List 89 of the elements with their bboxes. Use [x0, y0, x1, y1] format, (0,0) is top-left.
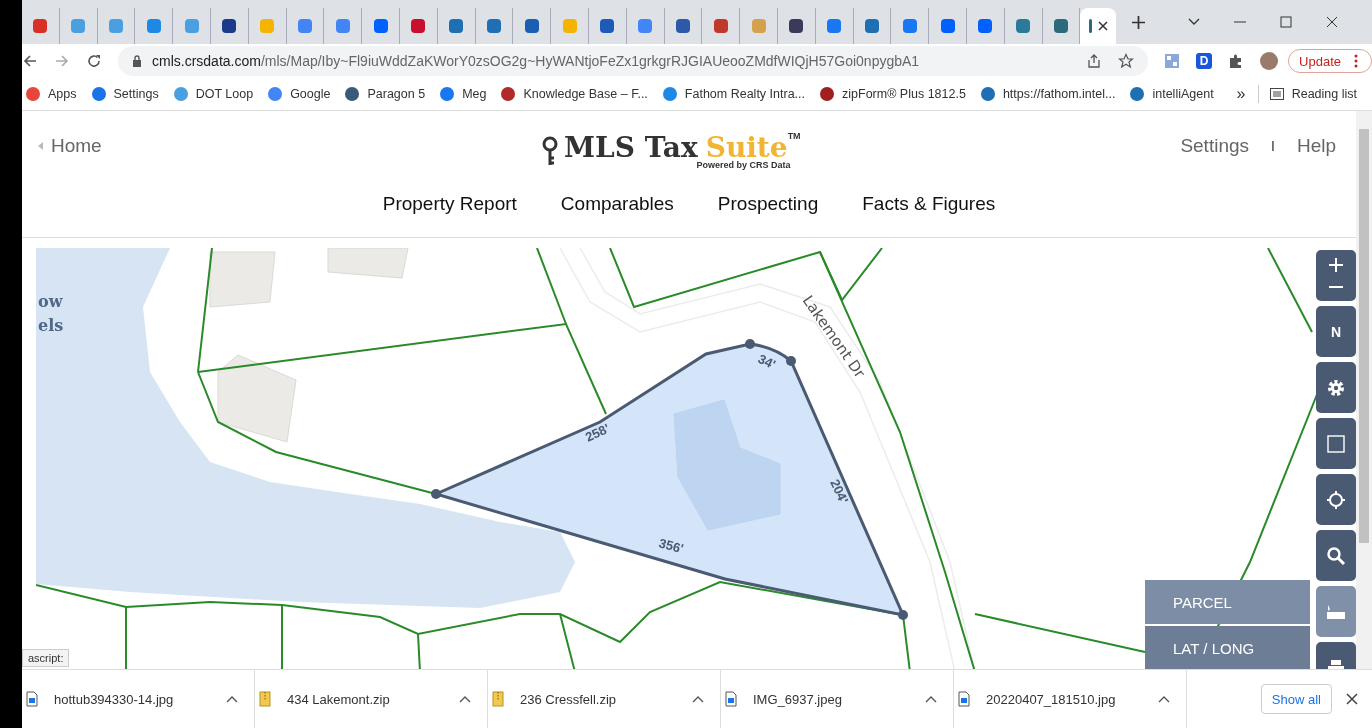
- bookmark-link[interactable]: Knowledge Base – F...: [501, 87, 648, 101]
- update-button[interactable]: Update: [1288, 49, 1372, 73]
- nav-link[interactable]: Comparables: [560, 193, 674, 215]
- settings-link[interactable]: Settings: [1180, 135, 1250, 157]
- map-label: els: [38, 316, 64, 335]
- bookmark-link[interactable]: Meg: [440, 87, 487, 101]
- extension-button[interactable]: D: [1196, 53, 1213, 69]
- vertex-handle[interactable]: [745, 339, 755, 349]
- plus-icon[interactable]: [1132, 15, 1146, 29]
- compass-button[interactable]: N: [1316, 306, 1356, 357]
- address-field[interactable]: cmls.crsdata.com/mls/Map/Iby~Fl9iuWddZaKWorY0zsOG2g~HyWANtjoFeZx1grkgrRJGIAUeooZMdfWIQjH57Goi0npygbA1: [118, 46, 1149, 76]
- search-tool-button[interactable]: [1316, 530, 1356, 581]
- caret-left-icon: [38, 142, 43, 150]
- bookmark-link[interactable]: Paragon 5: [345, 87, 426, 101]
- dimension-label: 204': [827, 476, 852, 506]
- nav-link[interactable]: Prospecting: [717, 193, 819, 215]
- chevron-up-icon[interactable]: [1158, 695, 1170, 703]
- bookmark-link[interactable]: Fathom Realty Intra...: [662, 87, 806, 101]
- crosshair-icon: [1326, 489, 1346, 510]
- share-icon[interactable]: [1086, 53, 1103, 69]
- download-item[interactable]: hottub394330-14.jpg: [22, 670, 255, 728]
- image-file-icon: [725, 691, 737, 707]
- logo-text: MLS Tax: [564, 131, 698, 164]
- dimension-label: 258': [582, 420, 612, 445]
- measure-tool-button[interactable]: [1316, 586, 1356, 637]
- dimension-label: 34': [755, 351, 778, 373]
- measure-option[interactable]: LAT / LONG: [1145, 626, 1310, 669]
- chevron-up-icon[interactable]: [692, 695, 704, 703]
- show-all-button[interactable]: Show all: [1260, 684, 1332, 714]
- dimension-label: 356': [657, 535, 686, 557]
- image-file-icon: [958, 691, 970, 707]
- search-icon: [1326, 545, 1346, 566]
- bookmark-link[interactable]: DOT Loop: [173, 87, 254, 101]
- bookmark-link[interactable]: Settings: [91, 87, 159, 101]
- bookmark-link[interactable]: Apps: [26, 87, 77, 101]
- avatar-icon[interactable]: [1260, 52, 1279, 70]
- settings-tool-button[interactable]: [1316, 362, 1356, 413]
- more-options-icon[interactable]: [1354, 53, 1358, 69]
- reload-icon[interactable]: [86, 53, 102, 69]
- url-text: cmls.crsdata.com/mls/Map/Iby~Fl9iuWddZaKWorY0zsOG2g~HyWANtjoFeZx1grkgrRJGIAUeooZMdfWIQjH57Goi0npygbA1: [152, 53, 920, 69]
- scrollbar[interactable]: [1356, 111, 1372, 669]
- help-link[interactable]: Help: [1296, 135, 1336, 157]
- select-tool-button[interactable]: [1316, 418, 1356, 469]
- chevron-up-icon[interactable]: [226, 695, 238, 703]
- selection-rectangle-icon: [1326, 433, 1346, 454]
- vertex-handle[interactable]: [786, 356, 796, 366]
- close-icon[interactable]: [1326, 16, 1338, 28]
- key-icon: [542, 135, 558, 167]
- maximize-icon[interactable]: [1280, 16, 1292, 28]
- close-icon[interactable]: [1098, 21, 1109, 31]
- download-item[interactable]: IMG_6937.jpeg: [721, 670, 954, 728]
- nav-link[interactable]: Property Report: [382, 193, 517, 215]
- browser-tab[interactable]: [1080, 8, 1117, 44]
- download-item[interactable]: 20220407_181510.jpg: [954, 670, 1187, 728]
- zoom-in-icon[interactable]: [1329, 257, 1343, 272]
- more-bookmarks-button[interactable]: »: [1236, 85, 1246, 103]
- zip-file-icon: [492, 691, 504, 707]
- chevron-up-icon[interactable]: [925, 695, 937, 703]
- status-text: ascript:: [22, 649, 70, 667]
- separator-text: I: [1271, 138, 1275, 154]
- map-label: ow: [38, 292, 63, 311]
- file-name: 236 Cressfell.zip: [520, 691, 617, 707]
- reading-list-button[interactable]: Reading list: [1269, 87, 1357, 101]
- zoom-control[interactable]: [1316, 250, 1356, 301]
- trademark-text: TM: [787, 131, 801, 141]
- bookmark-link[interactable]: intelliAgent: [1130, 87, 1214, 101]
- close-icon[interactable]: [1346, 693, 1358, 705]
- bookmark-link[interactable]: https://fathom.intel...: [980, 87, 1116, 101]
- home-link[interactable]: Home: [38, 135, 102, 157]
- lock-icon: [132, 55, 142, 67]
- zip-file-icon: [259, 691, 271, 707]
- list-icon: [1269, 88, 1284, 100]
- file-name: hottub394330-14.jpg: [54, 691, 174, 707]
- download-item[interactable]: 236 Cressfell.zip: [488, 670, 721, 728]
- file-name: 434 Lakemont.zip: [287, 691, 390, 707]
- star-icon[interactable]: [1118, 53, 1135, 69]
- vertex-handle[interactable]: [431, 489, 441, 499]
- chevron-up-icon[interactable]: [459, 695, 471, 703]
- download-item[interactable]: 434 Lakemont.zip: [255, 670, 488, 728]
- nav-link[interactable]: Facts & Figures: [862, 193, 996, 215]
- bookmark-link[interactable]: zipForm® Plus 1812.5: [820, 87, 966, 101]
- file-name: 20220407_181510.jpg: [986, 691, 1116, 707]
- file-name: IMG_6937.jpeg: [753, 691, 842, 707]
- back-arrow-icon[interactable]: [22, 53, 38, 69]
- vertex-handle[interactable]: [898, 610, 908, 620]
- image-file-icon: [26, 691, 38, 707]
- gear-icon: [1326, 377, 1346, 398]
- locate-tool-button[interactable]: [1316, 474, 1356, 525]
- bookmark-link[interactable]: Google: [268, 87, 331, 101]
